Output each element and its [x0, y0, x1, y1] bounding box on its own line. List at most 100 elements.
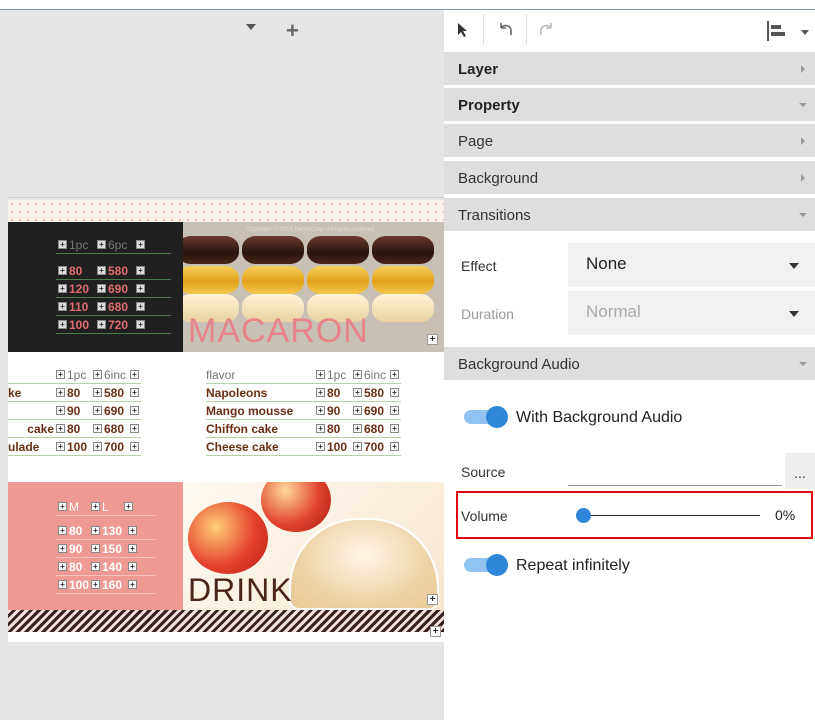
redo-icon[interactable]: [534, 18, 558, 42]
align-icon[interactable]: [766, 20, 786, 47]
volume-slider-track[interactable]: [584, 515, 760, 516]
add-cell-icon[interactable]: +: [353, 370, 362, 379]
section-label: Transitions: [458, 207, 531, 224]
effect-select[interactable]: None: [568, 243, 815, 287]
section-transitions[interactable]: Transitions: [444, 198, 815, 233]
canvas-area[interactable]: + + 1pc + 6pc + + 80 + 580 + + 120 + 690…: [0, 10, 444, 720]
drink-image[interactable]: DRINK +: [183, 482, 444, 610]
select-pointer-icon[interactable]: [452, 18, 476, 42]
add-cell-icon[interactable]: +: [56, 406, 65, 415]
add-cell-icon[interactable]: +: [58, 562, 67, 571]
add-cell-icon[interactable]: +: [58, 284, 67, 293]
add-cell-icon[interactable]: +: [130, 370, 139, 379]
add-cell-icon[interactable]: +: [91, 544, 100, 553]
add-cell-icon[interactable]: +: [316, 370, 325, 379]
add-cell-icon[interactable]: +: [390, 424, 399, 433]
add-cell-icon[interactable]: +: [390, 442, 399, 451]
add-cell-icon[interactable]: +: [97, 266, 106, 275]
add-cell-icon[interactable]: +: [128, 544, 137, 553]
source-input[interactable]: [568, 484, 782, 486]
add-cell-icon[interactable]: +: [93, 388, 102, 397]
cake-price-table-right[interactable]: flavor + 1pc + 6inc + Napoleons + 80 + 5…: [206, 366, 401, 456]
add-cell-icon[interactable]: +: [91, 580, 100, 589]
add-cell-icon[interactable]: +: [130, 388, 139, 397]
add-element-icon[interactable]: +: [430, 626, 441, 637]
add-cell-icon[interactable]: +: [91, 562, 100, 571]
add-cell-icon[interactable]: +: [128, 562, 137, 571]
add-cell-icon[interactable]: +: [58, 302, 67, 311]
cake-price-table-left[interactable]: + 1pc + 6inc + ke + 80 + 580 + + 90 + 69…: [8, 366, 141, 456]
add-cell-icon[interactable]: +: [130, 442, 139, 451]
add-cell-icon[interactable]: +: [353, 388, 362, 397]
add-cell-icon[interactable]: +: [56, 442, 65, 451]
macaron-price-table[interactable]: + 1pc + 6pc + + 80 + 580 + + 120 + 690 +…: [56, 236, 171, 334]
add-cell-icon[interactable]: +: [316, 424, 325, 433]
add-cell-icon[interactable]: +: [316, 442, 325, 451]
canvas-dropdown-caret-icon[interactable]: [246, 24, 256, 30]
add-cell-icon[interactable]: +: [93, 424, 102, 433]
add-cell-icon[interactable]: +: [128, 580, 137, 589]
add-cell-icon[interactable]: +: [353, 406, 362, 415]
add-cell-icon[interactable]: +: [390, 370, 399, 379]
cake-price-section[interactable]: + 1pc + 6inc + ke + 80 + 580 + + 90 + 69…: [8, 352, 444, 482]
add-cell-icon[interactable]: +: [136, 320, 145, 329]
add-cell-icon[interactable]: +: [58, 544, 67, 553]
add-cell-icon[interactable]: +: [97, 284, 106, 293]
table-cell: Napoleons: [206, 385, 268, 400]
add-cell-icon[interactable]: +: [58, 320, 67, 329]
add-cell-icon[interactable]: +: [58, 526, 67, 535]
repeat-infinitely-toggle[interactable]: [464, 554, 508, 576]
add-cell-icon[interactable]: +: [97, 320, 106, 329]
section-background[interactable]: Background: [444, 161, 815, 196]
add-cell-icon[interactable]: +: [91, 526, 100, 535]
add-cell-icon[interactable]: +: [128, 526, 137, 535]
add-cell-icon[interactable]: +: [390, 388, 399, 397]
add-cell-icon[interactable]: +: [56, 388, 65, 397]
add-cell-icon[interactable]: +: [136, 266, 145, 275]
add-cell-icon[interactable]: +: [353, 424, 362, 433]
with-background-audio-toggle[interactable]: [464, 406, 508, 428]
section-property[interactable]: Property: [444, 88, 815, 123]
add-cell-icon[interactable]: +: [97, 240, 106, 249]
section-layer[interactable]: Layer: [444, 52, 815, 87]
add-cell-icon[interactable]: +: [136, 240, 145, 249]
add-cell-icon[interactable]: +: [390, 406, 399, 415]
add-cell-icon[interactable]: +: [91, 502, 100, 511]
add-page-button[interactable]: +: [286, 18, 299, 44]
duration-select[interactable]: Normal: [568, 291, 815, 335]
menu-page-preview[interactable]: + 1pc + 6pc + + 80 + 580 + + 120 + 690 +…: [8, 200, 444, 642]
volume-slider-thumb[interactable]: [576, 508, 591, 523]
table-cell: 700: [364, 439, 385, 454]
add-cell-icon[interactable]: +: [58, 266, 67, 275]
canvas-divider: [8, 197, 444, 198]
add-cell-icon[interactable]: +: [136, 284, 145, 293]
add-cell-icon[interactable]: +: [58, 580, 67, 589]
macaron-price-panel[interactable]: + 1pc + 6pc + + 80 + 580 + + 120 + 690 +…: [8, 222, 183, 352]
macaron-image[interactable]: Copyright © 2015 DemoCorp. All rights re…: [183, 222, 444, 352]
drink-price-panel[interactable]: + M + L + + 80 + 130 + + 90 + 150 + + 80…: [8, 482, 183, 610]
table-cell: 90: [327, 403, 341, 418]
add-cell-icon[interactable]: +: [56, 370, 65, 379]
add-cell-icon[interactable]: +: [316, 388, 325, 397]
add-cell-icon[interactable]: +: [316, 406, 325, 415]
add-cell-icon[interactable]: +: [136, 302, 145, 311]
align-dropdown-caret-icon[interactable]: [801, 30, 809, 35]
add-cell-icon[interactable]: +: [97, 302, 106, 311]
add-cell-icon[interactable]: +: [130, 424, 139, 433]
add-cell-icon[interactable]: +: [58, 240, 67, 249]
add-cell-icon[interactable]: +: [93, 370, 102, 379]
add-cell-icon[interactable]: +: [124, 502, 133, 511]
add-cell-icon[interactable]: +: [93, 406, 102, 415]
add-cell-icon[interactable]: +: [130, 406, 139, 415]
browse-source-button[interactable]: ...: [785, 453, 815, 489]
undo-icon[interactable]: [494, 18, 518, 42]
add-cell-icon[interactable]: +: [353, 442, 362, 451]
add-cell-icon[interactable]: +: [93, 442, 102, 451]
add-element-icon[interactable]: +: [427, 334, 438, 345]
section-background-audio[interactable]: Background Audio: [444, 347, 815, 382]
drink-price-table[interactable]: + M + L + + 80 + 130 + + 90 + 150 + + 80…: [56, 498, 156, 594]
section-page[interactable]: Page: [444, 124, 815, 159]
add-element-icon[interactable]: +: [427, 594, 438, 605]
add-cell-icon[interactable]: +: [56, 424, 65, 433]
add-cell-icon[interactable]: +: [58, 502, 67, 511]
